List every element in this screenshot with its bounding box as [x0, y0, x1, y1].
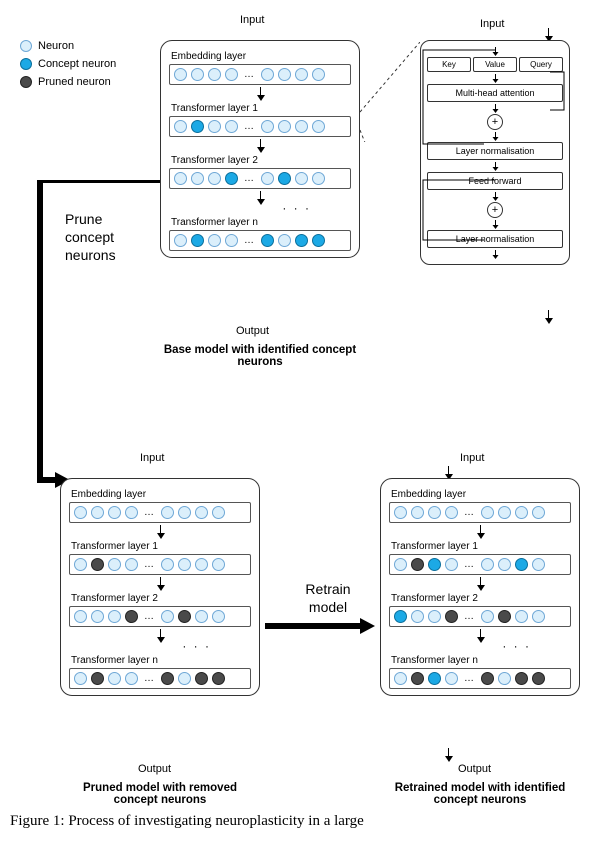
pruned-model-box: Embedding layer … Transformer layer 1 … …	[60, 478, 260, 696]
pruned-caption: Pruned model with removed concept neuron…	[60, 782, 260, 806]
input-label: Input	[240, 14, 264, 26]
retrained-caption: Retrained model with identified concept …	[380, 782, 580, 806]
arrow-down-icon	[427, 47, 563, 55]
retrained-model-box: Embedding layer … Transformer layer 1 … …	[380, 478, 580, 696]
neuron-row: …	[169, 230, 351, 251]
ellipsis-icon: …	[244, 69, 255, 80]
base-model-box: Embedding layer … Transformer layer 1 … …	[160, 40, 360, 258]
layer-label: Transformer layer n	[171, 217, 351, 228]
ellipsis-icon: …	[244, 173, 255, 184]
arrow-down-icon	[69, 577, 251, 591]
legend-label: Neuron	[38, 40, 74, 52]
arrow-down-icon	[427, 192, 563, 200]
add-icon: +	[487, 114, 503, 130]
retrain-action-label: Retrain model	[293, 580, 363, 616]
arrow-down-icon	[427, 132, 563, 140]
legend-neuron: Neuron	[20, 40, 116, 52]
neuron-row: …	[169, 168, 351, 189]
legend-label: Pruned neuron	[38, 76, 111, 88]
feedforward-box: Feed forward	[427, 172, 563, 190]
neuron-row: …	[389, 668, 571, 689]
layer-label: Embedding layer	[391, 489, 571, 500]
thick-arrow-retrain-icon	[265, 616, 375, 636]
prune-action-label: Prune concept neurons	[65, 210, 145, 265]
layer-label: Transformer layer 1	[171, 103, 351, 114]
input-label: Input	[460, 452, 484, 464]
neuron-row: …	[389, 606, 571, 627]
arrow-down-icon	[169, 191, 351, 205]
neuron-row: …	[69, 554, 251, 575]
neuron-row: …	[169, 64, 351, 85]
ellipsis-icon: …	[244, 121, 255, 132]
layer-label: Transformer layer 1	[391, 541, 571, 552]
input-label: Input	[140, 452, 164, 464]
layernorm-box: Layer normalisation	[427, 142, 563, 160]
ellipsis-icon: …	[244, 235, 255, 246]
transformer-detail-box: Key Value Query Multi-head attention + L…	[420, 40, 570, 265]
neuron-row: …	[69, 502, 251, 523]
output-label: Output	[458, 763, 491, 775]
output-label: Output	[236, 325, 269, 337]
layer-label: Transformer layer n	[71, 655, 251, 666]
neuron-icon	[20, 40, 32, 52]
neuron-row: …	[169, 116, 351, 137]
concept-neuron-icon	[20, 58, 32, 70]
ellipsis-icon: …	[144, 673, 155, 684]
mha-box: Multi-head attention	[427, 84, 563, 102]
diagram-page: Neuron Concept neuron Pruned neuron Inpu…	[10, 10, 598, 830]
arrow-down-icon	[254, 28, 608, 40]
ellipsis-icon: …	[464, 507, 475, 518]
arrow-down-icon	[427, 74, 563, 82]
arrow-down-icon	[427, 104, 563, 112]
arrow-down-icon	[69, 629, 251, 643]
input-label: Input	[480, 18, 504, 30]
arrow-down-icon	[427, 162, 563, 170]
pruned-neuron-icon	[20, 76, 32, 88]
layer-label: Transformer layer 2	[71, 593, 251, 604]
arrow-down-icon	[254, 310, 608, 324]
layer-label: Embedding layer	[71, 489, 251, 500]
base-caption: Base model with identified concept neuro…	[160, 344, 360, 368]
arrow-down-icon	[474, 748, 608, 762]
dashed-connector-icon	[360, 42, 420, 142]
query-box: Query	[519, 57, 563, 72]
output-label: Output	[138, 763, 171, 775]
ellipsis-icon: …	[144, 559, 155, 570]
arrow-down-icon	[169, 139, 351, 153]
arrow-down-icon	[389, 525, 571, 539]
legend-concept: Concept neuron	[20, 58, 116, 70]
ellipsis-icon: …	[144, 507, 155, 518]
layer-label: Transformer layer n	[391, 655, 571, 666]
legend-pruned: Pruned neuron	[20, 76, 116, 88]
figure-caption: Figure 1: Process of investigating neuro…	[10, 813, 598, 830]
legend: Neuron Concept neuron Pruned neuron	[20, 40, 116, 94]
layer-label: Embedding layer	[171, 51, 351, 62]
arrow-down-icon	[474, 466, 608, 478]
arrow-down-icon	[169, 87, 351, 101]
neuron-row: …	[69, 606, 251, 627]
add-icon: +	[487, 202, 503, 218]
neuron-row: …	[389, 554, 571, 575]
kvq-row: Key Value Query	[427, 55, 563, 74]
layer-label: Transformer layer 2	[391, 593, 571, 604]
key-box: Key	[427, 57, 471, 72]
arrow-down-icon	[69, 525, 251, 539]
arrow-down-icon	[389, 577, 571, 591]
layer-label: Transformer layer 2	[171, 155, 351, 166]
arrow-down-icon	[389, 629, 571, 643]
value-box: Value	[473, 57, 517, 72]
layernorm-box: Layer normalisation	[427, 230, 563, 248]
arrow-down-icon	[427, 250, 563, 258]
ellipsis-icon: …	[464, 559, 475, 570]
ellipsis-icon: …	[144, 611, 155, 622]
legend-label: Concept neuron	[38, 58, 116, 70]
ellipsis-icon: …	[464, 673, 475, 684]
arrow-down-icon	[427, 220, 563, 228]
layer-label: Transformer layer 1	[71, 541, 251, 552]
neuron-row: …	[69, 668, 251, 689]
ellipsis-icon: …	[464, 611, 475, 622]
neuron-row: …	[389, 502, 571, 523]
